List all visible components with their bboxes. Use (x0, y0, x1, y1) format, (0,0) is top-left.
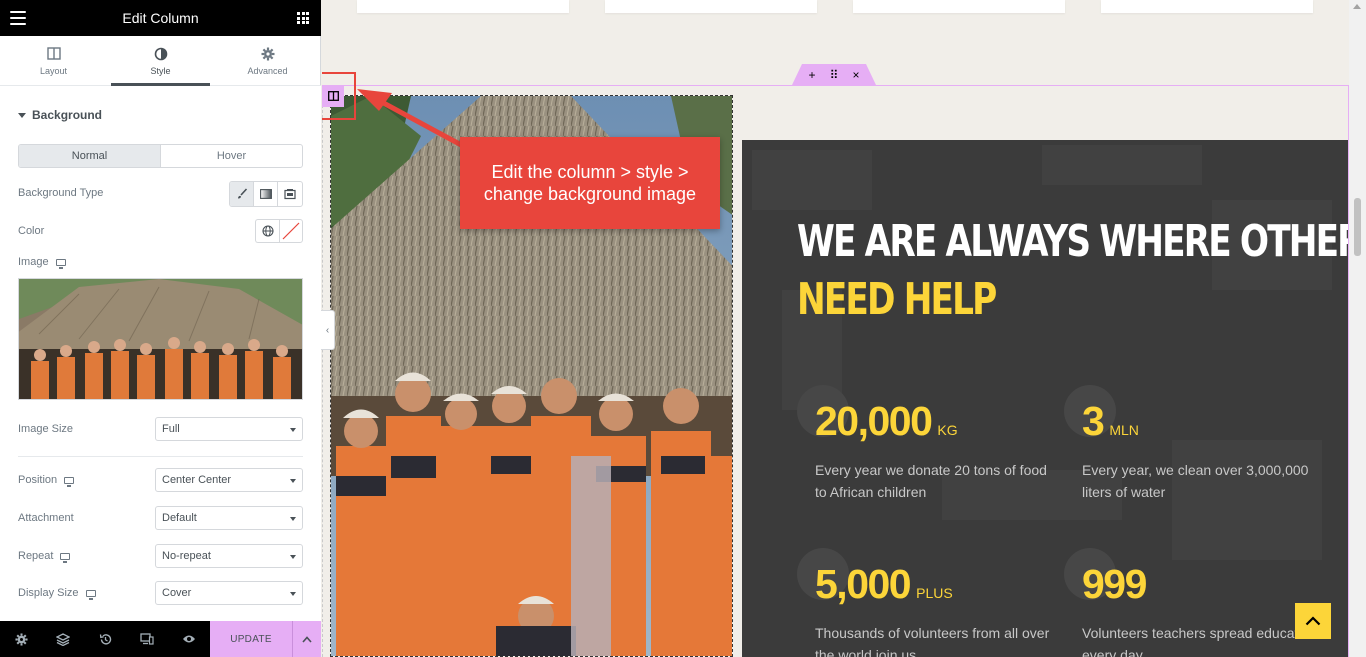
slideshow-icon[interactable] (278, 182, 302, 206)
position-label-text: Position (18, 474, 58, 486)
stat-unit: MLN (1109, 422, 1139, 438)
callout-line-1: Edit the column > style > (491, 162, 689, 182)
stat-number: 3 MLN (1082, 401, 1139, 442)
stat-number: 20,000 KG (815, 401, 958, 442)
stat-number: 5,000 PLUS (815, 564, 953, 605)
repeat-select[interactable]: No-repeat (155, 544, 303, 568)
gear-icon (261, 46, 275, 62)
background-type-label: Background Type (18, 187, 104, 199)
scrollbar-thumb[interactable] (1354, 198, 1361, 256)
tab-hover[interactable]: Hover (161, 145, 302, 167)
arrow-annotation (357, 89, 467, 150)
chevron-up-icon[interactable] (292, 621, 321, 657)
image-label-text: Image (18, 256, 49, 268)
stat-description: Thousands of volunteers from all over th… (815, 625, 1050, 657)
top-card (605, 0, 817, 13)
callout-line-2: change background image (483, 184, 697, 204)
drag-section-icon[interactable]: ⠿ (825, 67, 843, 83)
stat-description: Every year we donate 20 tons of food to … (815, 462, 1047, 500)
attachment-select[interactable]: Default (155, 506, 303, 530)
display-size-label-text: Display Size (18, 587, 79, 599)
background-type-group (229, 181, 303, 207)
tab-style[interactable]: Style (107, 36, 214, 86)
settings-gear-icon[interactable] (0, 621, 42, 657)
gradient-icon[interactable] (254, 182, 278, 206)
tab-advanced[interactable]: Advanced (214, 36, 321, 85)
panel-header: Edit Column (0, 0, 321, 36)
stat-description: Volunteers teachers spread education eve… (1082, 625, 1318, 657)
tab-style-label: Style (150, 65, 171, 76)
tab-normal[interactable]: Normal (19, 145, 161, 167)
tab-layout-label: Layout (39, 65, 68, 76)
edit-column-icon[interactable] (322, 85, 344, 107)
attachment-label: Attachment (18, 512, 74, 524)
top-card (357, 0, 569, 13)
scroll-up-arrow-icon[interactable] (1353, 4, 1361, 9)
stat-unit: PLUS (916, 585, 953, 601)
eye-icon[interactable] (168, 621, 210, 657)
monitor-icon[interactable] (85, 589, 96, 600)
section-handle: + ⠿ × (792, 64, 876, 85)
monitor-icon[interactable] (60, 552, 71, 563)
position-label: Position (18, 474, 75, 487)
panel-title: Edit Column (122, 10, 199, 26)
display-size-label: Display Size (18, 587, 96, 600)
panel-tabs: Layout Style Advanced (0, 36, 321, 86)
globe-icon[interactable] (255, 219, 279, 243)
stat-number: 999 (1082, 564, 1152, 605)
display-size-select[interactable]: Cover (155, 581, 303, 605)
history-icon[interactable] (84, 621, 126, 657)
controls-area: Background Normal Hover Background Type … (0, 86, 321, 621)
background-section-toggle[interactable]: Background (18, 108, 102, 122)
stat-value: 5,000 (815, 561, 912, 607)
widgets-grid-icon[interactable] (297, 12, 309, 24)
responsive-icon[interactable] (126, 621, 168, 657)
page-preview: + ⠿ × Edit the column > style > change b… (322, 0, 1366, 657)
top-card (1101, 0, 1313, 13)
background-image-preview[interactable] (18, 278, 303, 400)
color-swatch-empty[interactable] (279, 219, 303, 243)
collapse-panel-chevron-icon[interactable]: ‹ (321, 310, 335, 350)
hamburger-menu-icon[interactable] (10, 11, 26, 25)
image-size-label: Image Size (18, 423, 74, 435)
stat-value: 3 (1082, 398, 1105, 444)
contrast-icon (154, 46, 168, 62)
caret-down-icon (18, 112, 26, 118)
brush-icon[interactable] (230, 182, 254, 206)
editor-panel: Edit Column Layout Style Advanced Backgr… (0, 0, 321, 657)
image-size-select[interactable]: Full (155, 417, 303, 441)
scroll-to-top-button[interactable] (1295, 603, 1331, 639)
stat-value: 999 (1082, 561, 1147, 607)
image-label: Image (18, 256, 66, 269)
headline-line-1: WE ARE ALWAYS WHERE OTHERS (797, 216, 1348, 267)
annotation-callout: Edit the column > style > change backgro… (460, 137, 720, 229)
repeat-label-text: Repeat (18, 550, 54, 562)
stat-description: Every year, we clean over 3,000,000 lite… (1082, 462, 1309, 500)
tab-advanced-label: Advanced (247, 65, 288, 76)
monitor-icon[interactable] (55, 258, 66, 269)
color-controls (255, 219, 303, 243)
state-switcher: Normal Hover (18, 144, 303, 168)
headline-line-2: NEED HELP (797, 274, 997, 325)
layers-icon[interactable] (42, 621, 84, 657)
add-section-icon[interactable]: + (803, 67, 821, 83)
update-button[interactable]: UPDATE (210, 621, 292, 657)
position-select[interactable]: Center Center (155, 468, 303, 492)
panel-footer: UPDATE (0, 621, 321, 657)
monitor-icon[interactable] (64, 476, 75, 487)
repeat-label: Repeat (18, 550, 71, 563)
columns-icon (46, 46, 61, 62)
delete-section-icon[interactable]: × (847, 67, 865, 83)
page-scrollbar[interactable] (1349, 0, 1366, 657)
chevron-up-icon (1305, 616, 1321, 626)
stat-value: 20,000 (815, 398, 933, 444)
stat-unit: KG (937, 422, 958, 438)
color-label: Color (18, 225, 45, 237)
section-title: Background (32, 108, 103, 122)
tab-layout[interactable]: Layout (0, 36, 107, 85)
top-card (853, 0, 1065, 13)
divider (18, 456, 303, 457)
stats-section: WE ARE ALWAYS WHERE OTHERS NEED HELP 20,… (742, 140, 1348, 657)
